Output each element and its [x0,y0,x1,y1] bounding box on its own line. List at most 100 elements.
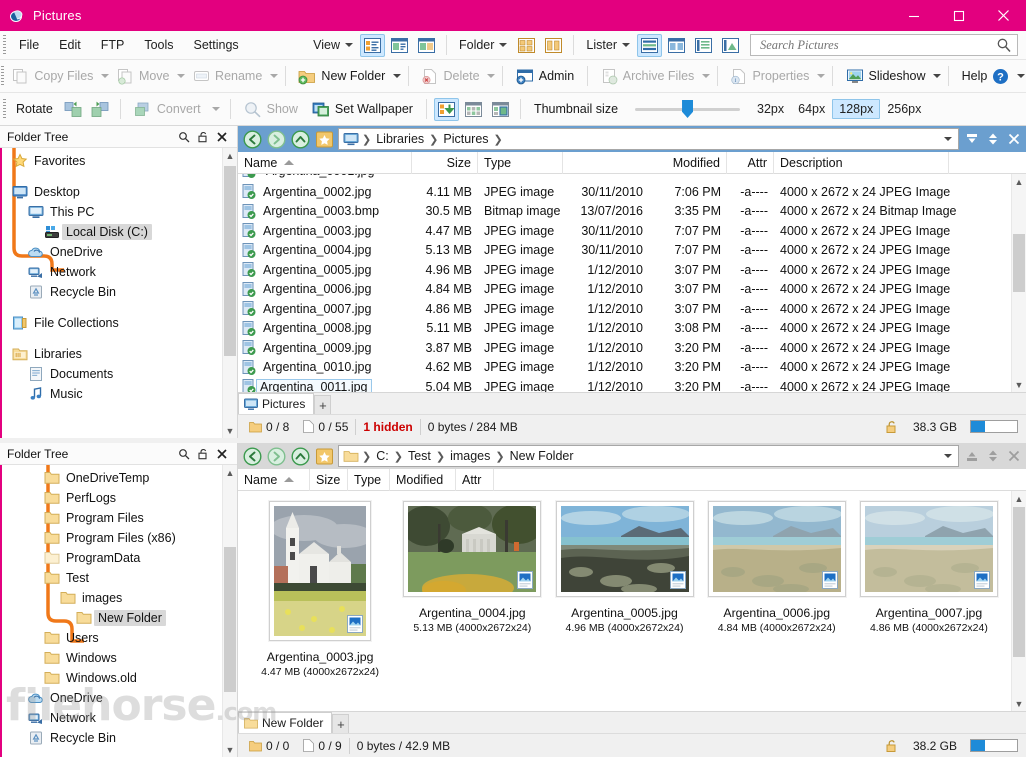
unlock-icon[interactable] [193,128,212,146]
lister-horizontal-button[interactable] [637,34,662,57]
new-folder-dropdown[interactable] [392,63,402,90]
bottom-tree-scrollbar[interactable]: ▲ ▼ [222,465,237,757]
new-tab-button[interactable]: + [314,395,331,414]
scroll-down-icon[interactable]: ▼ [1012,696,1026,711]
thumbnail-image[interactable] [556,501,694,597]
archive-files-button[interactable]: Archive Files [594,63,702,90]
top-breadcrumb[interactable]: ❯ Libraries ❯ Pictures ❯ [338,128,959,150]
table-row[interactable]: Argentina_0009.jpg3.87 MBJPEG image1/12/… [238,338,1011,358]
thumbnail-image[interactable] [860,501,998,597]
breadcrumb-pictures[interactable]: Pictures [439,131,492,147]
help-button[interactable]: Help ? [955,63,1017,90]
favorites-button[interactable] [312,444,336,468]
scroll-down-icon[interactable]: ▼ [223,742,237,757]
forward-button[interactable] [264,444,288,468]
tree-item-windows[interactable]: Windows [2,648,222,668]
tab-pictures[interactable]: Pictures [238,393,314,414]
breadcrumb-libraries[interactable]: Libraries [372,131,428,147]
thumb-stack-button[interactable] [488,98,513,121]
column-header-type[interactable]: Type [348,469,390,491]
menu-ftp[interactable]: FTP [92,35,134,55]
scrollbar-thumb[interactable] [1013,507,1025,657]
tree-item-images[interactable]: images [2,588,222,608]
tree-item-windows-old[interactable]: Windows.old [2,668,222,688]
menu-settings[interactable]: Settings [185,35,248,55]
table-row[interactable]: Argentina_0007.jpg4.86 MBJPEG image1/12/… [238,299,1011,319]
back-button[interactable] [240,127,264,151]
lister-preview-button[interactable] [718,34,743,57]
copy-files-dropdown[interactable] [100,63,110,90]
column-header-size[interactable]: Size [412,152,478,174]
breadcrumb-new-folder[interactable]: New Folder [506,448,578,464]
column-header-description[interactable]: Description [774,152,949,174]
table-row[interactable]: Argentina_0008.jpg5.11 MBJPEG image1/12/… [238,319,1011,339]
scrollbar-thumb[interactable] [224,547,236,692]
admin-button[interactable]: Admin [509,63,581,90]
thumbnail-item[interactable]: Argentina_0007.jpg4.86 MB (4000x2672x24) [853,501,1005,634]
breadcrumb-test[interactable]: Test [404,448,435,464]
slideshow-dropdown[interactable] [933,63,943,90]
tree-item-onedrivetemp[interactable]: OneDriveTemp [2,468,222,488]
bottom-thumb-scrollbar[interactable]: ▲ ▼ [1011,491,1026,711]
bottom-thumbnail-area[interactable]: Argentina_0003.jpg4.47 MB (4000x2672x24)… [238,491,1026,711]
tree-item-test[interactable]: Test [2,568,222,588]
column-header-attr[interactable]: Attr [456,469,494,491]
show-button[interactable]: Show [237,96,305,123]
tree-item-programdata[interactable]: ProgramData [2,548,222,568]
thumb-grid-button[interactable] [461,98,486,121]
close-button[interactable] [981,0,1026,31]
thumbnail-image[interactable] [269,501,371,641]
delete-button[interactable]: Delete [414,63,486,90]
scroll-down-icon[interactable]: ▼ [1012,377,1026,392]
thumbnail-image[interactable] [708,501,846,597]
lister-quad-button[interactable] [664,34,689,57]
top-tree-scrollbar[interactable]: ▲ ▼ [222,148,237,438]
search-icon[interactable] [174,128,193,146]
back-button[interactable] [240,444,264,468]
search-box[interactable] [750,34,1018,56]
menu-tools[interactable]: Tools [135,35,182,55]
folder-pair-button[interactable] [541,34,566,57]
folder-grid-button[interactable] [514,34,539,57]
scroll-up-icon[interactable]: ▲ [223,465,237,480]
table-row[interactable]: Argentina_0005.jpg4.96 MBJPEG image1/12/… [238,260,1011,280]
search-input[interactable] [758,37,996,54]
convert-dropdown[interactable] [208,96,224,123]
toolbar2-gripper[interactable] [0,93,9,125]
view-mode-list-button[interactable] [414,34,439,57]
collapse-pane-button[interactable] [961,444,982,468]
rename-dropdown[interactable] [269,63,279,90]
close-icon[interactable] [212,128,231,146]
tree-item-documents[interactable]: Documents [2,364,222,384]
maximize-button[interactable] [936,0,981,31]
scrollbar-thumb[interactable] [224,166,236,356]
top-list-scrollbar[interactable]: ▲ ▼ [1011,174,1026,392]
size-option-256[interactable]: 256px [880,99,928,119]
thumb-sort-button[interactable] [434,98,459,121]
collapse-pane-button[interactable] [961,127,982,151]
table-row[interactable]: Argentina_0010.jpg4.62 MBJPEG image1/12/… [238,358,1011,378]
tree-item-users[interactable]: Users [2,628,222,648]
view-mode-tiles-button[interactable] [387,34,412,57]
scroll-down-icon[interactable]: ▼ [223,423,237,438]
column-header-modified[interactable]: Modified [390,469,456,491]
column-header-name[interactable]: Name [238,152,412,174]
forward-button[interactable] [264,127,288,151]
scroll-up-icon[interactable]: ▲ [1012,174,1026,189]
tab-new-folder[interactable]: New Folder [238,712,332,733]
thumbnail-size-slider[interactable] [635,99,740,119]
search-icon[interactable] [996,37,1012,53]
tree-item-network[interactable]: Network [2,708,222,728]
table-row[interactable]: Argentina_0002.jpg4.11 MBJPEG image30/11… [238,182,1011,202]
column-header-attr[interactable]: Attr [727,152,774,174]
convert-button[interactable]: Convert [127,96,208,123]
tree-item-favorites[interactable]: Favorites [2,151,222,171]
thumbnail-item[interactable]: Argentina_0003.jpg4.47 MB (4000x2672x24) [244,501,396,678]
folder-menu-button[interactable]: Folder [453,36,513,54]
table-row[interactable]: Argentina_0011.jpg5.04 MBJPEG image1/12/… [238,377,1011,392]
move-button[interactable]: Move [110,63,177,90]
help-dropdown[interactable] [1016,63,1026,90]
rename-button[interactable]: Rename [186,63,269,90]
column-header-name[interactable]: Name [238,469,310,491]
tree-item-recycle-bin[interactable]: Recycle Bin [2,728,222,748]
